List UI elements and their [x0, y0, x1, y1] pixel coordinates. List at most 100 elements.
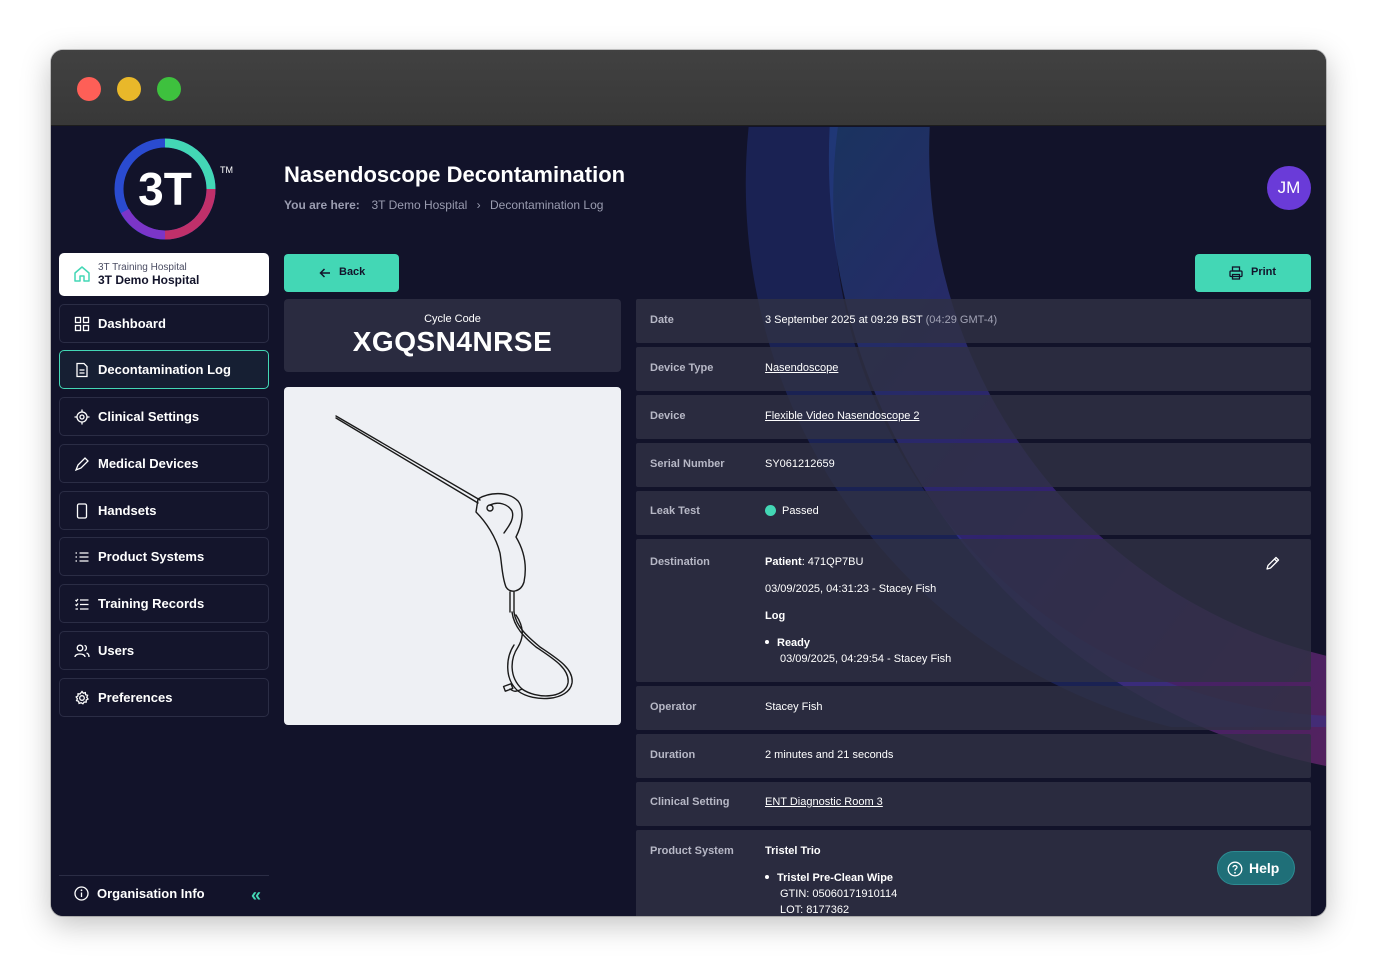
status-dot-icon — [765, 505, 776, 516]
detail-key: Serial Number — [650, 458, 725, 470]
cycle-code-value: XGQSN4NRSE — [352, 326, 553, 357]
detail-row-date: Date 3 September 2025 at 09:29 BST (04:2… — [636, 299, 1311, 343]
hospital-selector[interactable]: 3T Training Hospital 3T Demo Hospital — [59, 253, 269, 296]
nav-users[interactable]: Users — [59, 631, 269, 670]
product-item-name: Tristel Pre-Clean Wipe — [777, 872, 894, 884]
cycle-code-caption: Cycle Code — [424, 313, 481, 325]
info-icon — [74, 886, 89, 901]
hospital-name: 3T Demo Hospital — [98, 273, 200, 287]
hospital-sub-label: 3T Training Hospital — [98, 262, 187, 273]
detail-row-leak-test: Leak Test Passed — [636, 491, 1311, 535]
sidebar-divider — [59, 875, 269, 876]
printer-icon — [1229, 266, 1243, 280]
detail-key: Clinical Setting — [650, 796, 730, 808]
help-button[interactable]: Help — [1217, 851, 1295, 885]
maximize-window-button[interactable] — [157, 77, 181, 101]
nav-label: Preferences — [98, 690, 173, 705]
nav-handsets[interactable]: Handsets — [59, 491, 269, 530]
breadcrumb-item-log[interactable]: Decontamination Log — [490, 198, 603, 212]
device-type-link[interactable]: Nasendoscope — [765, 362, 838, 374]
breadcrumb-item-hospital[interactable]: 3T Demo Hospital — [372, 198, 468, 212]
detail-key: Device Type — [650, 362, 714, 374]
detail-row-clinical-setting: Clinical Setting ENT Diagnostic Room 3 — [636, 782, 1311, 826]
detail-row-device-type: Device Type Nasendoscope — [636, 347, 1311, 391]
organisation-info-label: Organisation Info — [97, 886, 205, 901]
svg-text:3T: 3T — [138, 163, 192, 215]
detail-value: 3 September 2025 at 09:29 BST (04:29 GMT… — [765, 314, 997, 326]
cycle-code-card: Cycle Code XGQSN4NRSE — [284, 299, 621, 372]
product-lot: LOT: 8177362 — [780, 904, 850, 916]
pen-icon — [74, 457, 89, 472]
nasendoscope-illustration — [335, 415, 573, 700]
clinical-setting-link[interactable]: ENT Diagnostic Room 3 — [765, 796, 883, 808]
nav-decontamination-log[interactable]: Decontamination Log — [59, 350, 269, 389]
nav-clinical-settings[interactable]: Clinical Settings — [59, 397, 269, 436]
help-label: Help — [1249, 860, 1280, 876]
nav-label: Decontamination Log — [98, 362, 231, 377]
log-label: Log — [765, 610, 786, 622]
detail-row-duration: Duration 2 minutes and 21 seconds — [636, 734, 1311, 778]
detail-row-operator: Operator Stacey Fish — [636, 686, 1311, 730]
duration-value: 2 minutes and 21 seconds — [765, 749, 894, 761]
leak-test-value: Passed — [765, 505, 819, 517]
nav-label: Users — [98, 643, 135, 658]
close-window-button[interactable] — [77, 77, 101, 101]
nav-label: Medical Devices — [98, 456, 199, 471]
back-label: Back — [339, 266, 366, 278]
nav-dashboard[interactable]: Dashboard — [59, 304, 269, 343]
detail-key: Product System — [650, 845, 734, 857]
nav-label: Handsets — [98, 503, 157, 518]
bullet-icon — [765, 875, 769, 879]
detail-row-destination: Destination Patient: 471QP7BU 03/09/2025… — [636, 539, 1311, 682]
detail-key: Date — [650, 314, 674, 326]
detail-key: Duration — [650, 749, 696, 761]
phone-icon — [76, 503, 88, 519]
print-button[interactable]: Print — [1195, 254, 1311, 292]
back-button[interactable]: Back — [284, 254, 399, 292]
breadcrumb: You are here: 3T Demo Hospital › Deconta… — [284, 198, 603, 212]
target-icon — [74, 409, 90, 425]
log-status-text: Ready — [777, 637, 811, 649]
users-icon — [74, 644, 90, 658]
grid-icon — [74, 316, 90, 332]
product-item: Tristel Pre-Clean Wipe — [765, 872, 893, 884]
print-label: Print — [1251, 266, 1277, 278]
trademark-mark: TM — [220, 165, 233, 175]
detail-key: Leak Test — [650, 505, 700, 517]
detail-row-device: Device Flexible Video Nasendoscope 2 — [636, 395, 1311, 439]
pencil-icon[interactable] — [1265, 555, 1281, 571]
app-window: 3T TM 3T Training Hospital 3T Demo Hospi… — [51, 50, 1326, 916]
device-link[interactable]: Flexible Video Nasendoscope 2 — [765, 410, 920, 422]
collapse-sidebar-icon[interactable]: « — [251, 886, 261, 904]
detail-row-serial: Serial Number SY061212659 — [636, 443, 1311, 487]
chevron-right-icon: › — [476, 198, 481, 212]
detail-key: Device — [650, 410, 686, 422]
minimize-window-button[interactable] — [117, 77, 141, 101]
nav-label: Dashboard — [98, 316, 166, 331]
date-alt-value: (04:29 GMT-4) — [925, 314, 998, 326]
patient-value: : 471QP7BU — [801, 556, 864, 568]
page-title: Nasendoscope Decontamination — [284, 162, 626, 187]
arrow-left-icon — [319, 268, 330, 278]
document-icon — [76, 362, 88, 378]
home-icon — [74, 266, 90, 282]
leak-status: Passed — [782, 505, 819, 517]
patient-time: 03/09/2025, 04:31:23 - Stacey Fish — [765, 583, 937, 595]
detail-key: Destination — [650, 556, 710, 568]
log-status: Ready — [765, 637, 810, 649]
app-content: 3T TM 3T Training Hospital 3T Demo Hospi… — [51, 127, 1326, 916]
patient-line: Patient: 471QP7BU — [765, 556, 863, 568]
operator-value: Stacey Fish — [765, 701, 823, 713]
gear-icon — [75, 690, 89, 705]
nav-label: Product Systems — [98, 549, 205, 564]
nav-product-systems[interactable]: Product Systems — [59, 537, 269, 576]
detail-key: Operator — [650, 701, 697, 713]
window-titlebar — [51, 50, 1326, 126]
nav-medical-devices[interactable]: Medical Devices — [59, 444, 269, 483]
device-image — [284, 387, 621, 725]
user-avatar[interactable]: JM — [1267, 166, 1311, 210]
3t-logo[interactable]: 3T — [113, 137, 217, 241]
nav-preferences[interactable]: Preferences — [59, 678, 269, 717]
bullet-icon — [765, 640, 769, 644]
nav-training-records[interactable]: Training Records — [59, 584, 269, 623]
